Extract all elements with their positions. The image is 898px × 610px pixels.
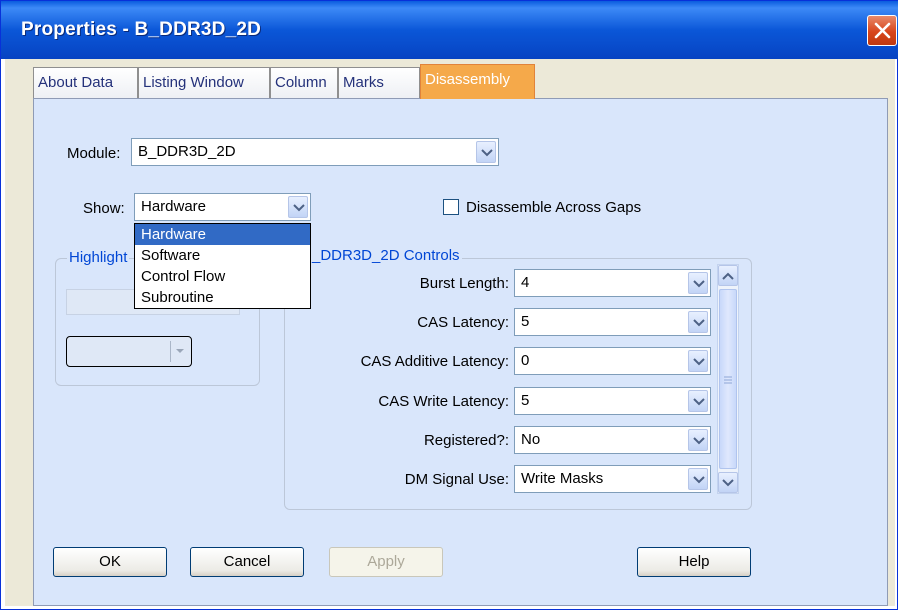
help-button[interactable]: Help — [637, 547, 751, 577]
tab-column[interactable]: Column — [270, 67, 338, 98]
scroll-thumb[interactable] — [719, 289, 737, 469]
chevron-down-icon — [693, 437, 705, 445]
controls-scrollbar[interactable] — [717, 264, 739, 494]
registered-value: No — [521, 431, 541, 448]
title-bar[interactable]: Properties - B_DDR3D_2D — [1, 1, 898, 59]
registered-dropdown-button[interactable] — [688, 429, 708, 451]
registered-label: Registered?: — [423, 432, 509, 449]
show-option-subroutine[interactable]: Subroutine — [135, 287, 310, 308]
chevron-down-icon — [176, 349, 184, 353]
chevron-down-icon — [693, 319, 705, 327]
module-label: Module: — [67, 145, 121, 162]
show-dropdown-button[interactable] — [288, 196, 308, 218]
close-button[interactable] — [867, 15, 897, 46]
cas-additive-latency-dropdown-button[interactable] — [688, 350, 708, 372]
highlight-color-select — [66, 336, 192, 367]
show-dropdown-list: Hardware Software Control Flow Subroutin… — [134, 223, 311, 309]
burst-length-value: 4 — [521, 274, 530, 291]
tab-disassembly[interactable]: Disassembly — [420, 64, 535, 99]
dm-signal-use-select[interactable]: Write Masks — [514, 465, 711, 493]
cas-latency-value: 5 — [521, 313, 530, 330]
cas-additive-latency-select[interactable]: 0 — [514, 347, 711, 375]
cas-write-latency-value: 5 — [521, 392, 530, 409]
cas-latency-label: CAS Latency: — [417, 314, 509, 331]
disassemble-gaps-checkbox[interactable] — [443, 199, 459, 215]
cas-latency-dropdown-button[interactable] — [688, 311, 708, 333]
chevron-down-icon — [722, 479, 734, 487]
dm-signal-use-dropdown-button[interactable] — [688, 468, 708, 490]
highlight-group-label: Highlight — [67, 249, 130, 266]
ok-button[interactable]: OK — [53, 547, 167, 577]
grip-icon — [724, 376, 732, 384]
dm-signal-use-value: Write Masks — [521, 470, 604, 487]
window-title: Properties - B_DDR3D_2D — [21, 19, 262, 40]
chevron-down-icon — [693, 358, 705, 366]
scroll-up-button[interactable] — [718, 265, 738, 286]
show-select[interactable]: Hardware — [134, 193, 311, 221]
apply-button[interactable]: Apply — [329, 547, 443, 577]
chevron-down-icon — [481, 149, 493, 157]
cas-write-latency-dropdown-button[interactable] — [688, 390, 708, 412]
close-icon — [874, 22, 891, 39]
tab-about-data[interactable]: About Data — [33, 67, 138, 98]
burst-length-select[interactable]: 4 — [514, 269, 711, 297]
chevron-down-icon — [693, 398, 705, 406]
show-option-hardware[interactable]: Hardware — [135, 224, 310, 245]
tab-listing-window[interactable]: Listing Window — [138, 67, 270, 98]
cas-additive-latency-value: 0 — [521, 352, 530, 369]
highlight-dropdown-button — [170, 341, 187, 362]
cas-latency-select[interactable]: 5 — [514, 308, 711, 336]
dm-signal-use-label: DM Signal Use: — [404, 471, 509, 488]
chevron-up-icon — [722, 272, 734, 280]
registered-select[interactable]: No — [514, 426, 711, 454]
show-label: Show: — [83, 200, 125, 217]
module-dropdown-button[interactable] — [476, 141, 496, 163]
controls-group-label: _DDR3D_2D Controls — [310, 247, 462, 264]
chevron-down-icon — [693, 280, 705, 288]
cas-additive-latency-label: CAS Additive Latency: — [360, 353, 509, 370]
cas-write-latency-select[interactable]: 5 — [514, 387, 711, 415]
disassemble-gaps-label: Disassemble Across Gaps — [466, 199, 642, 216]
tab-marks[interactable]: Marks — [338, 67, 420, 98]
show-value: Hardware — [141, 198, 207, 215]
show-option-control-flow[interactable]: Control Flow — [135, 266, 310, 287]
burst-length-dropdown-button[interactable] — [688, 272, 708, 294]
module-select[interactable]: B_DDR3D_2D — [131, 138, 499, 166]
show-option-software[interactable]: Software — [135, 245, 310, 266]
scroll-down-button[interactable] — [718, 472, 738, 493]
chevron-down-icon — [693, 476, 705, 484]
burst-length-label: Burst Length: — [419, 275, 509, 292]
cas-write-latency-label: CAS Write Latency: — [378, 393, 509, 410]
chevron-down-icon — [293, 204, 305, 212]
module-value: B_DDR3D_2D — [138, 143, 236, 160]
cancel-button[interactable]: Cancel — [190, 547, 304, 577]
